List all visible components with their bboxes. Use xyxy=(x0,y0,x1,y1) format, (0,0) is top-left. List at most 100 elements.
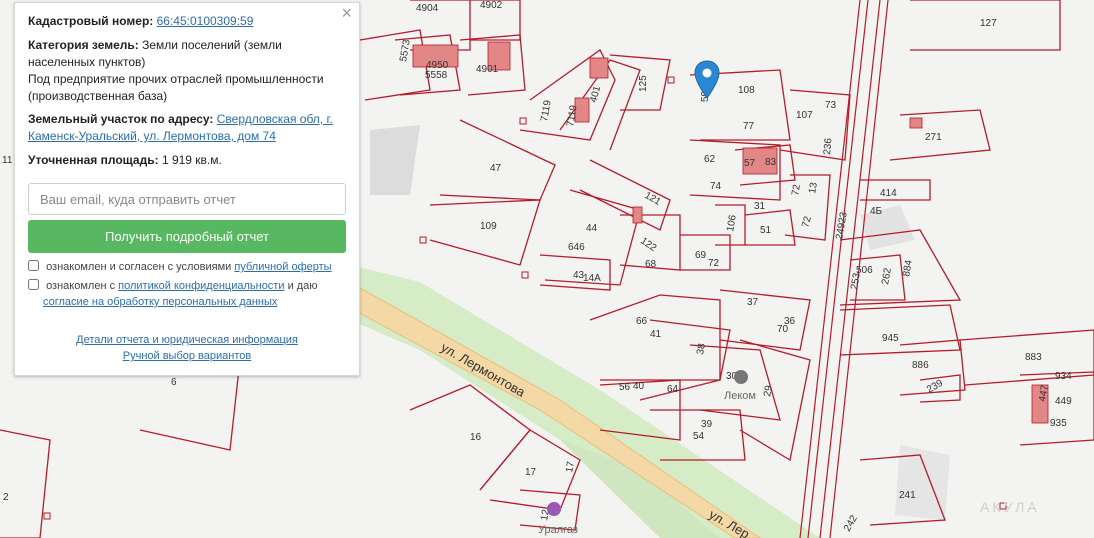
svg-text:47: 47 xyxy=(490,163,502,174)
svg-text:51: 51 xyxy=(760,225,772,236)
svg-text:945: 945 xyxy=(882,333,899,344)
svg-text:886: 886 xyxy=(912,360,929,371)
cadastral-label: Кадастровый номер: xyxy=(28,14,154,28)
svg-text:17: 17 xyxy=(564,460,577,473)
location-pin-icon[interactable] xyxy=(694,60,720,100)
svg-text:14А: 14А xyxy=(583,273,601,284)
report-details-link[interactable]: Детали отчета и юридическая информация xyxy=(76,334,298,346)
svg-text:39: 39 xyxy=(701,419,713,430)
public-offer-link[interactable]: публичной оферты xyxy=(234,261,331,273)
svg-text:4902: 4902 xyxy=(480,0,503,11)
road-corridor xyxy=(799,0,889,538)
area-row: Уточненная площадь: 1 919 кв.м. xyxy=(28,152,346,169)
category-row: Категория земель: Земли поселений (земли… xyxy=(28,37,346,105)
svg-text:4Б: 4Б xyxy=(870,206,883,217)
svg-text:5573: 5573 xyxy=(398,38,413,62)
svg-text:4901: 4901 xyxy=(476,64,499,75)
svg-text:72: 72 xyxy=(800,215,814,229)
svg-text:29: 29 xyxy=(762,384,775,397)
svg-text:44: 44 xyxy=(586,223,598,234)
cadastral-number-link[interactable]: 66:45:0100309:59 xyxy=(157,14,254,28)
svg-text:414: 414 xyxy=(880,188,897,199)
category-label: Категория земель: xyxy=(28,38,139,52)
svg-text:884: 884 xyxy=(901,259,915,278)
svg-text:127: 127 xyxy=(980,18,997,29)
address-label: Земельный участок по адресу: xyxy=(28,112,214,126)
svg-text:83: 83 xyxy=(765,157,777,168)
svg-text:449: 449 xyxy=(1055,396,1072,407)
svg-text:5558: 5558 xyxy=(425,70,448,81)
poi-uralgaz-label: Уралгаз xyxy=(538,524,578,536)
consent-offer-text: ознакомлен и согласен с условиями xyxy=(46,261,232,273)
address-row: Земельный участок по адресу: Свердловска… xyxy=(28,111,346,145)
consent-privacy-checkbox[interactable] xyxy=(28,279,39,290)
parcel-info-panel: × Кадастровый номер: 66:45:0100309:59 Ка… xyxy=(14,2,360,376)
svg-text:447: 447 xyxy=(1037,384,1051,403)
get-report-button[interactable]: Получить подробный отчет xyxy=(28,220,346,253)
area-value: 1 919 кв.м. xyxy=(161,153,222,167)
poi-lekom-icon xyxy=(734,370,748,384)
svg-text:62: 62 xyxy=(704,154,716,165)
consent-offer: ознакомлен и согласен с условиями публич… xyxy=(28,259,346,275)
poi-uralgaz-icon xyxy=(547,502,561,516)
svg-text:66: 66 xyxy=(636,316,648,327)
svg-text:239: 239 xyxy=(925,378,945,396)
svg-text:108: 108 xyxy=(738,85,755,96)
gray-block xyxy=(860,205,915,250)
svg-text:7119: 7119 xyxy=(565,104,580,128)
svg-text:109: 109 xyxy=(480,221,497,232)
svg-text:935: 935 xyxy=(1050,418,1067,429)
svg-text:41: 41 xyxy=(650,329,662,340)
panel-footer-links: Детали отчета и юридическая информация Р… xyxy=(28,332,346,364)
svg-text:56: 56 xyxy=(619,382,631,393)
svg-text:17: 17 xyxy=(525,467,537,478)
svg-text:106: 106 xyxy=(725,214,739,233)
svg-text:72: 72 xyxy=(708,258,720,269)
consent-privacy: ознакомлен с политикой конфиденциальност… xyxy=(28,278,346,310)
svg-text:77: 77 xyxy=(743,121,755,132)
consent-privacy-mid: и даю xyxy=(287,280,318,292)
svg-text:271: 271 xyxy=(925,132,942,143)
poi-lekom-label: Леком xyxy=(724,390,756,402)
svg-text:64: 64 xyxy=(667,384,679,395)
svg-text:73: 73 xyxy=(825,100,837,111)
consent-privacy-text: ознакомлен с xyxy=(46,280,116,292)
svg-text:6: 6 xyxy=(171,377,177,388)
usage-text: Под предприятие прочих отраслей промышле… xyxy=(28,72,324,103)
privacy-policy-link[interactable]: политикой конфиденциальности xyxy=(118,280,284,292)
svg-text:646: 646 xyxy=(568,242,585,253)
svg-text:69: 69 xyxy=(695,250,707,261)
svg-text:2: 2 xyxy=(3,492,9,503)
svg-text:70: 70 xyxy=(777,324,789,335)
svg-text:31: 31 xyxy=(754,201,766,212)
svg-text:40: 40 xyxy=(633,381,645,392)
close-icon[interactable]: × xyxy=(341,4,352,22)
svg-text:121: 121 xyxy=(643,190,663,208)
svg-text:72: 72 xyxy=(790,183,803,196)
svg-text:107: 107 xyxy=(796,110,813,121)
svg-text:38: 38 xyxy=(695,342,708,355)
svg-text:883: 883 xyxy=(1025,352,1042,363)
svg-text:4904: 4904 xyxy=(416,3,439,14)
svg-text:54: 54 xyxy=(693,431,705,442)
personal-data-consent-link[interactable]: согласие на обработку персональных данны… xyxy=(43,296,277,308)
svg-text:7119: 7119 xyxy=(539,99,554,123)
svg-text:11: 11 xyxy=(2,155,13,166)
svg-text:125: 125 xyxy=(638,75,649,92)
svg-text:13: 13 xyxy=(807,181,820,194)
svg-text:253: 253 xyxy=(849,272,863,291)
svg-text:74: 74 xyxy=(710,181,722,192)
consent-offer-checkbox[interactable] xyxy=(28,260,39,271)
svg-text:934: 934 xyxy=(1055,371,1072,382)
cadastral-row: Кадастровый номер: 66:45:0100309:59 xyxy=(28,13,346,30)
svg-text:262: 262 xyxy=(880,267,894,286)
manual-selection-link[interactable]: Ручной выбор вариантов xyxy=(123,350,251,362)
email-input[interactable] xyxy=(28,183,346,215)
svg-text:236: 236 xyxy=(822,137,834,155)
svg-text:37: 37 xyxy=(747,297,759,308)
svg-text:4950: 4950 xyxy=(426,60,449,71)
svg-text:241: 241 xyxy=(899,490,916,501)
gray-block xyxy=(370,125,420,195)
svg-text:242: 242 xyxy=(842,513,860,533)
svg-text:68: 68 xyxy=(645,259,657,270)
